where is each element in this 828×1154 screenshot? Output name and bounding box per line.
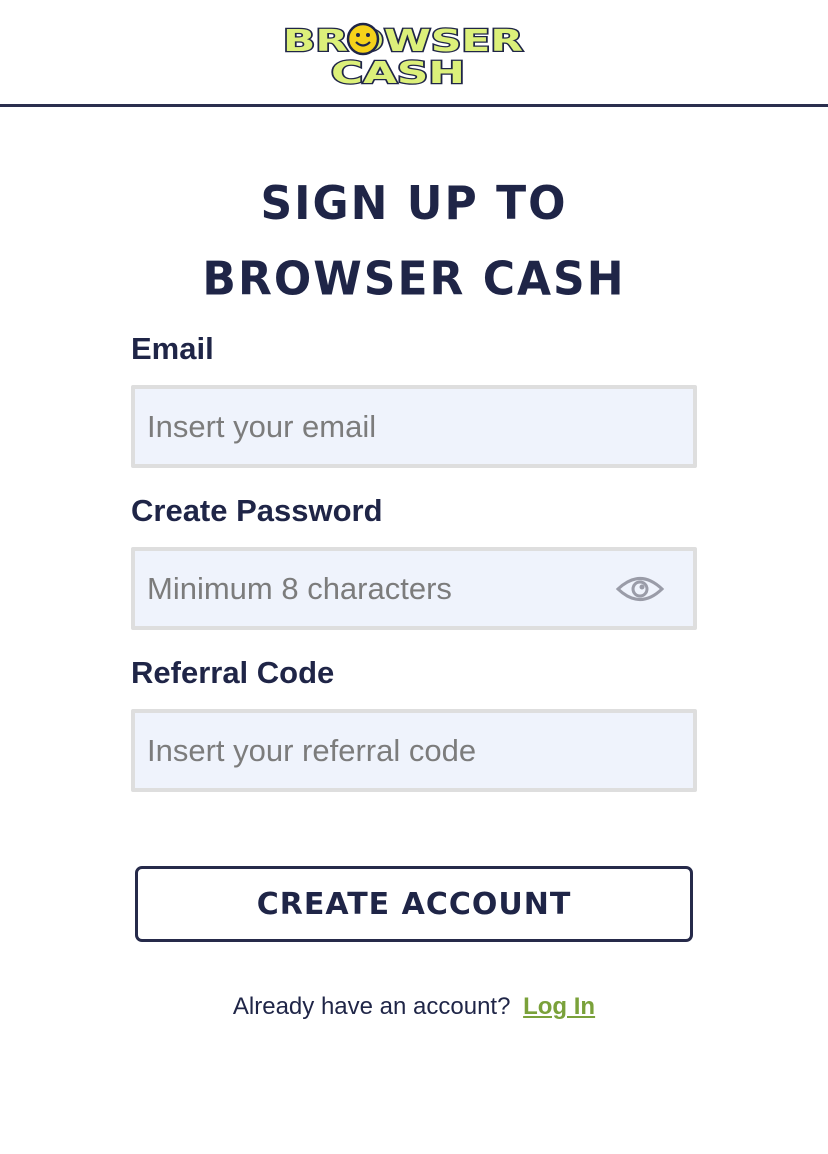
logo-text-cash: CASH [331, 56, 465, 88]
referral-code-label: Referral Code [131, 655, 335, 690]
referral-code-field-wrapper [131, 709, 697, 792]
logo-text-browser: BROWSER [283, 24, 523, 59]
email-field-wrapper [131, 385, 697, 468]
login-prompt-text: Already have an account? [232, 993, 511, 1020]
app-header: BROWSER CASH [0, 0, 828, 107]
browser-cash-logo[interactable]: BROWSER CASH [281, 20, 525, 88]
email-label: Email [131, 331, 214, 366]
page-title: SIGN UP TO BROWSER CASH [0, 166, 828, 317]
create-account-button[interactable]: CREATE ACCOUNT [135, 866, 693, 942]
page-title-line2: BROWSER CASH [202, 252, 626, 307]
page-title-line1: SIGN UP TO [260, 176, 568, 231]
password-field[interactable] [135, 551, 693, 626]
referral-code-field[interactable] [135, 713, 693, 788]
smiley-face-icon [346, 22, 380, 56]
password-label: Create Password [131, 493, 383, 528]
password-field-wrapper [131, 547, 697, 630]
login-link[interactable]: Log In [523, 993, 595, 1020]
eye-icon[interactable] [615, 572, 665, 606]
login-prompt: Already have an account? Log In [0, 993, 828, 1021]
email-field[interactable] [135, 389, 693, 464]
